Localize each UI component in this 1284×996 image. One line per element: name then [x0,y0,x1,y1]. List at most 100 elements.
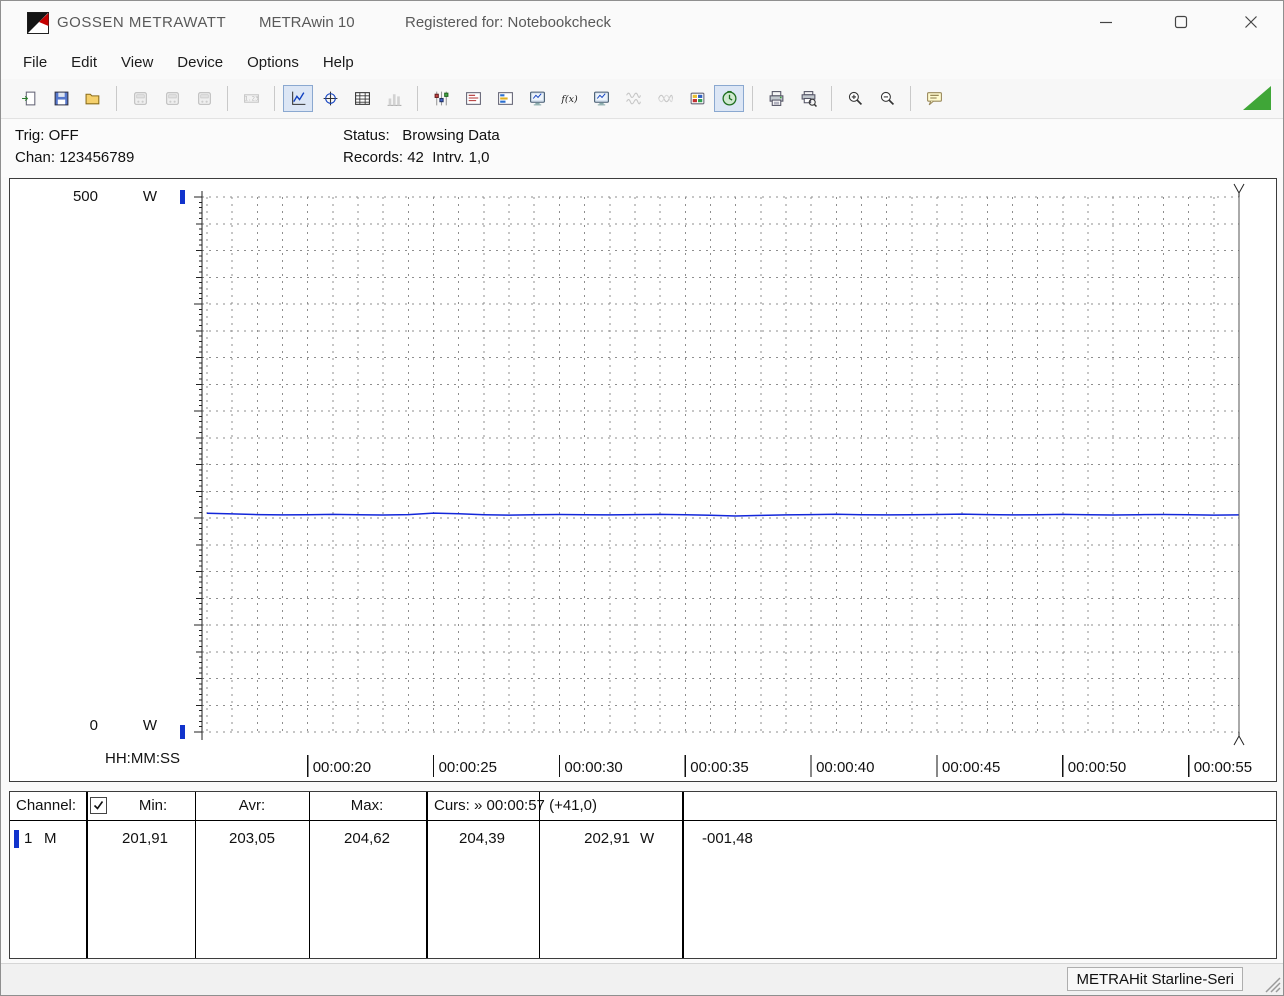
print-button[interactable] [761,85,791,112]
channel-range-marker-bottom [180,725,185,739]
channel-mode: M [44,830,57,847]
pc-display-icon [593,90,610,107]
x-tick-label: 00:00:35 [690,759,748,776]
title-bar: GOSSEN METRAWATT METRAwin 10 Registered … [1,1,1283,46]
menu-help[interactable]: Help [311,50,366,75]
records-text: Records: 42 Intrv. 1,0 [343,149,490,166]
channel-list: Chan: 123456789 [15,149,134,166]
svg-text:1.23: 1.23 [244,97,259,103]
xy-chart-button[interactable] [315,85,345,112]
menu-file[interactable]: File [11,50,59,75]
data-table-button[interactable] [347,85,377,112]
menu-options[interactable]: Options [235,50,311,75]
statistics-panel: Channel: Min: Avr: Max: Curs: » 00:00:57… [9,791,1277,959]
annotation-button[interactable] [919,85,949,112]
cursor-top-marker-icon [1234,184,1244,197]
col-header-min: Min: [118,797,188,814]
cursor-delta-value: -001,48 [702,830,753,847]
x-tick-label: 00:00:45 [942,759,1000,776]
menu-bar: File Edit View Device Options Help [1,46,1283,79]
col-header-max: Max: [332,797,402,814]
toolbar: 1.23 ƒ(x) [1,79,1283,119]
annotation-icon [926,90,943,107]
level-setup-button[interactable] [490,85,520,112]
menu-device[interactable]: Device [165,50,235,75]
column-divider [426,792,428,958]
bar-graph-icon [386,90,403,107]
zoom-out-button[interactable] [872,85,902,112]
y-axis-min-label: 0 [40,717,98,734]
display-colors-icon [689,90,706,107]
channel-setup-button[interactable] [426,85,456,112]
stat-min-value: 201,91 [105,830,185,847]
info-strip: Trig: OFF Chan: 123456789 Status: Browsi… [1,120,1283,177]
close-button[interactable] [1228,1,1274,43]
zoom-in-button[interactable] [840,85,870,112]
split-curves-button [618,85,648,112]
device-send-icon [196,90,213,107]
menu-edit[interactable]: Edit [59,50,109,75]
formula-button[interactable]: ƒ(x) [554,85,584,112]
app-logo-icon [27,12,49,34]
toolbar-separator [227,86,228,111]
save-data-button[interactable] [46,85,76,112]
record-setup-button[interactable] [458,85,488,112]
chart-panel: 00:00:2000:00:2500:00:3000:00:3500:00:40… [9,178,1277,782]
toolbar-separator [274,86,275,111]
y-axis-unit-top: W [135,188,165,205]
record-setup-icon [465,90,482,107]
status-bar: METRAHit Starline-Seri [1,963,1283,995]
data-table-icon [354,90,371,107]
trigger-status: Trig: OFF [15,127,79,144]
cursor2-value: 202,91 [550,830,630,847]
device-settings-button [125,85,155,112]
column-divider [309,792,310,958]
open-folder-icon [85,90,102,107]
channel-color-marker [14,830,19,848]
xy-chart-icon [322,90,339,107]
x-tick-label: 00:00:30 [564,759,622,776]
checkmark-icon [93,800,104,811]
bar-graph-button [379,85,409,112]
print-icon [768,90,785,107]
app-window: GOSSEN METRAWATT METRAwin 10 Registered … [0,0,1284,996]
envelope-curves-icon [657,90,674,107]
cursor-bottom-marker-icon [1234,732,1244,745]
device-read-button [157,85,187,112]
interval-timer-icon [721,90,738,107]
level-setup-icon [497,90,514,107]
device-settings-icon [132,90,149,107]
toolbar-separator [417,86,418,111]
chart-canvas[interactable]: 00:00:2000:00:2500:00:3000:00:3500:00:40… [10,179,1276,781]
minimize-button[interactable] [1083,1,1129,43]
print-preview-button[interactable] [793,85,823,112]
open-folder-button[interactable] [78,85,108,112]
display-colors-button[interactable] [682,85,712,112]
x-tick-label: 00:00:20 [313,759,371,776]
save-data-icon [53,90,70,107]
yt-chart-icon [290,90,307,107]
maximize-button[interactable] [1158,1,1204,43]
yt-chart-button[interactable] [283,85,313,112]
device-type-box: METRAHit Starline-Seri [1067,967,1243,991]
resize-grip[interactable] [1263,975,1281,993]
col-header-channel: Channel: [16,797,76,814]
title-registered-text: Registered for: Notebookcheck [405,14,611,31]
channel-visibility-checkbox[interactable] [90,797,107,814]
toolbar-separator [910,86,911,111]
title-app-name: METRAwin 10 [259,14,355,31]
menu-view[interactable]: View [109,50,165,75]
envelope-curves-button [650,85,680,112]
header-divider [10,820,1276,821]
pc-display-button[interactable] [586,85,616,112]
interval-timer-button[interactable] [714,85,744,112]
live-monitor-button[interactable] [522,85,552,112]
channel-number: 1 [24,830,32,847]
toolbar-separator [831,86,832,111]
open-data-button[interactable] [14,85,44,112]
cursor1-value: 204,39 [442,830,522,847]
x-tick-label: 00:00:50 [1068,759,1126,776]
col-header-avr: Avr: [217,797,287,814]
status-text: Status: Browsing Data [343,127,500,144]
zoom-in-icon [847,90,864,107]
